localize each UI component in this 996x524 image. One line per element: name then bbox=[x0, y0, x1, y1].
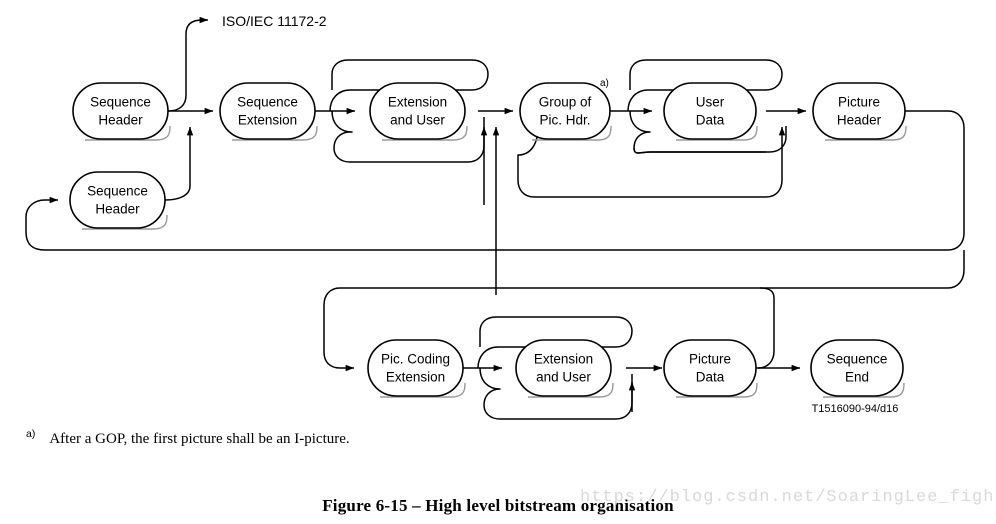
node-label-line1: User bbox=[696, 95, 725, 110]
node-sequence-header-1[interactable]: Sequence Header bbox=[72, 82, 171, 141]
node-pic-coding-extension[interactable]: Pic. Coding Extension bbox=[367, 339, 466, 398]
node-label-line2: Header bbox=[95, 202, 140, 217]
figure-caption: Figure 6-15 – High level bitstream organ… bbox=[322, 496, 674, 515]
node-label-line2: End bbox=[845, 370, 869, 385]
node-group-of-pic-hdr[interactable]: Group of Pic. Hdr. bbox=[519, 82, 612, 141]
node-label-line2: Extension bbox=[238, 113, 297, 128]
figure-container: Sequence Header Sequence Header Sequence… bbox=[0, 0, 996, 524]
node-extension-and-user-2[interactable]: Extension and User bbox=[515, 339, 614, 398]
node-label-line1: Sequence bbox=[87, 184, 148, 199]
node-user-data[interactable]: User Data bbox=[663, 82, 758, 141]
node-label-line1: Picture bbox=[838, 95, 880, 110]
node-label-line1: Picture bbox=[689, 352, 731, 367]
external-reference-label: ISO/IEC 11172-2 bbox=[222, 13, 327, 29]
node-label-line2: Header bbox=[98, 113, 143, 128]
node-label-line1: Extension bbox=[534, 352, 593, 367]
footnote: a) After a GOP, the first picture shall b… bbox=[26, 428, 626, 448]
footnote-text: After a GOP, the first picture shall be … bbox=[49, 431, 350, 447]
node-picture-header[interactable]: Picture Header bbox=[812, 82, 907, 141]
node-label-line1: Pic. Coding bbox=[381, 352, 450, 367]
node-label-line1: Sequence bbox=[237, 95, 298, 110]
edge-seqhdr2-join-up bbox=[164, 126, 194, 201]
node-label-line2: Header bbox=[837, 113, 882, 128]
node-label-line2: Extension bbox=[386, 370, 445, 385]
node-label-line2: Pic. Hdr. bbox=[539, 113, 590, 128]
node-footnote-marker: a) bbox=[600, 78, 609, 89]
node-label-line2: Data bbox=[696, 113, 725, 128]
node-label-line2: and User bbox=[536, 370, 591, 385]
node-extension-and-user-1[interactable]: Extension and User bbox=[369, 82, 468, 141]
node-sequence-extension[interactable]: Sequence Extension bbox=[219, 82, 318, 141]
node-sequence-end[interactable]: Sequence End bbox=[810, 339, 905, 398]
edge-seqhdr1-to-iso bbox=[167, 16, 209, 112]
node-label-line2: Data bbox=[696, 370, 725, 385]
node-picture-data[interactable]: Picture Data bbox=[663, 339, 758, 398]
node-label-line1: Group of bbox=[539, 95, 592, 110]
node-label-line1: Sequence bbox=[827, 352, 888, 367]
node-label-line1: Extension bbox=[388, 95, 447, 110]
edge-pichdr-down-left bbox=[902, 110, 965, 251]
footnote-marker: a) bbox=[26, 428, 36, 440]
node-label-line2: and User bbox=[390, 113, 445, 128]
figure-id-label: T1516090-94/d16 bbox=[812, 403, 899, 415]
node-sequence-header-2[interactable]: Sequence Header bbox=[69, 171, 168, 230]
edge-row2-right-corner bbox=[945, 250, 965, 289]
node-label-line1: Sequence bbox=[90, 95, 151, 110]
edge-picdata-up-return bbox=[757, 287, 775, 369]
